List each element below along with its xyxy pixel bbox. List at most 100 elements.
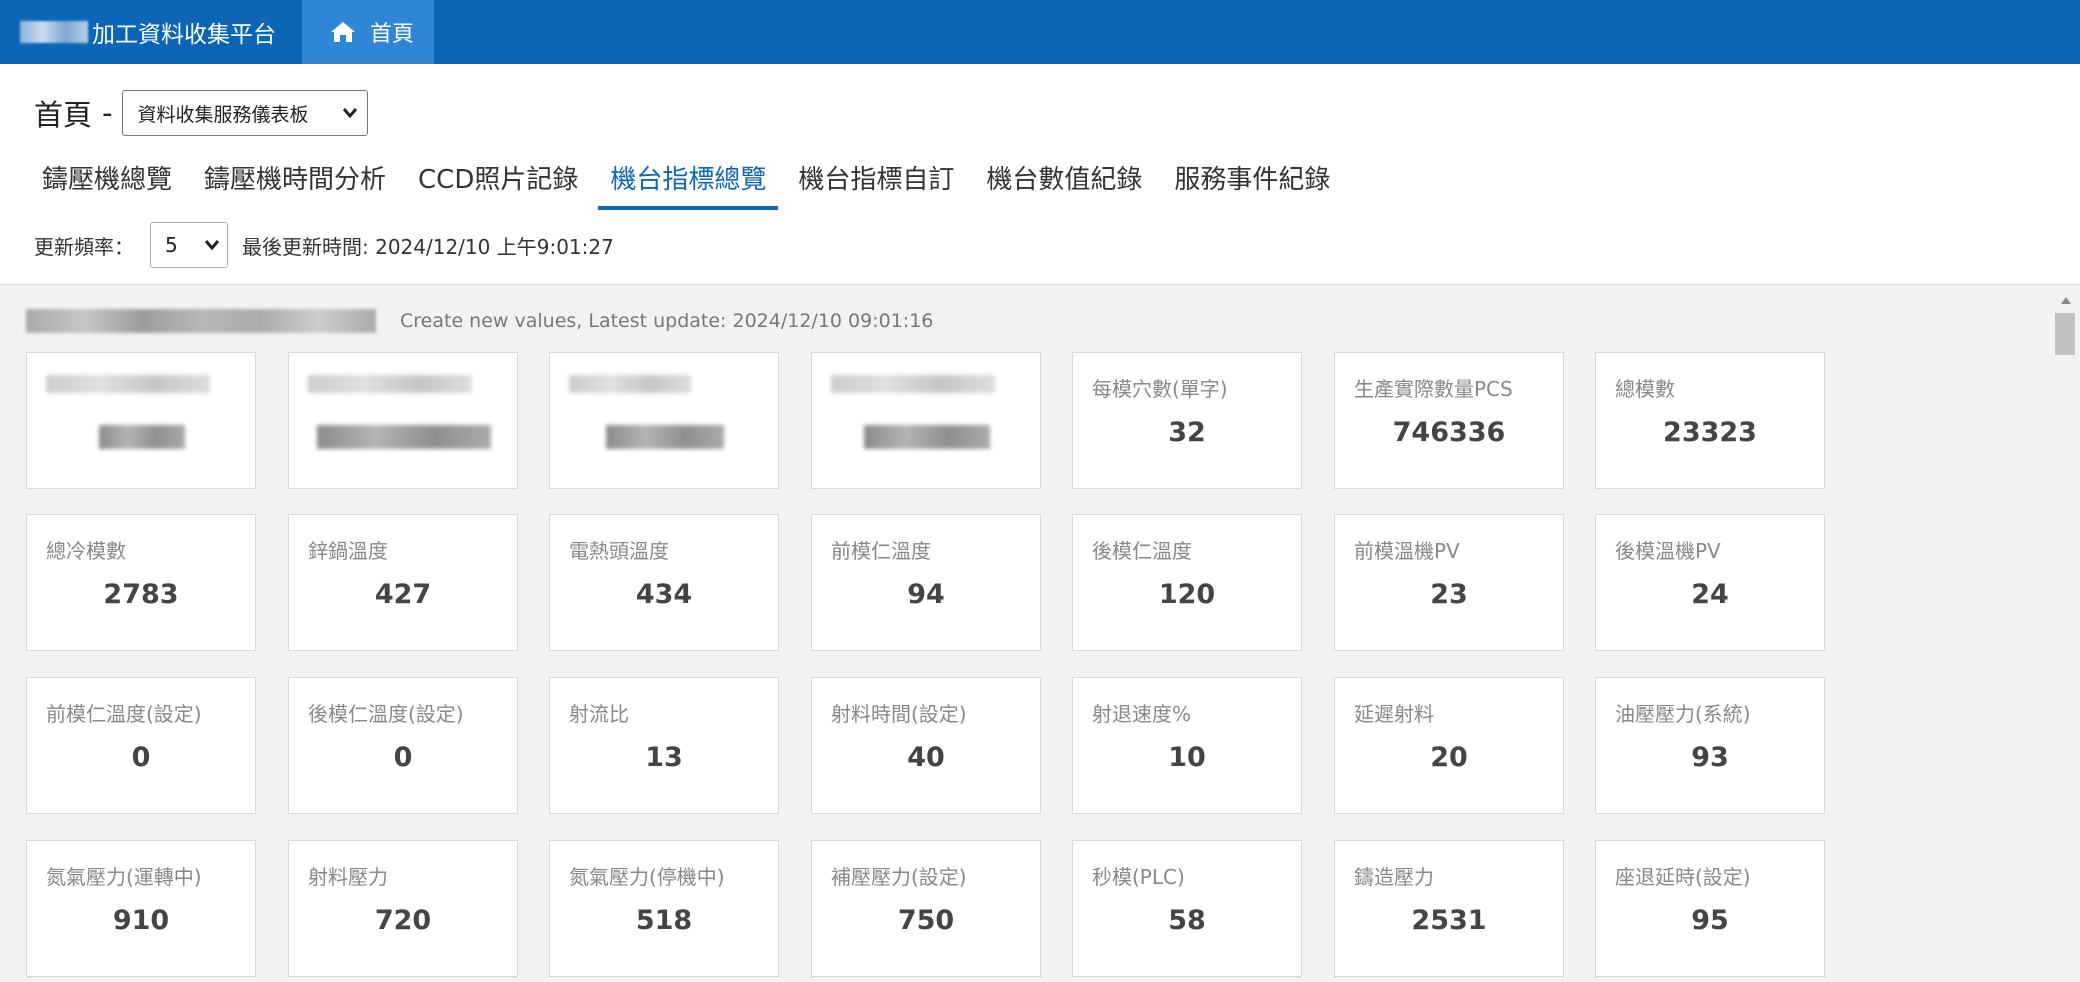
metric-label: 生產實際數量PCS (1354, 377, 1513, 401)
metric-label: 總模數 (1615, 377, 1675, 401)
metric-value: 13 (645, 742, 683, 773)
tab-die-casting-overview[interactable]: 鑄壓機總覽 (30, 156, 184, 210)
chevron-down-icon (343, 108, 358, 118)
metric-card: 補壓壓力(設定) 750 (811, 840, 1041, 977)
metric-value: 434 (635, 579, 693, 610)
metric-card: 氮氣壓力(運轉中) 910 (26, 840, 256, 977)
metric-label: 鋅鍋溫度 (308, 539, 388, 563)
metric-value: 120 (1158, 579, 1216, 610)
metric-value: 93 (1691, 742, 1729, 773)
metric-card: 前模溫機PV 23 (1334, 514, 1564, 651)
machine-panel: Create new values, Latest update: 2024/1… (0, 285, 2050, 982)
nav-home-label: 首頁 (370, 22, 415, 47)
tab-bar: 鑄壓機總覽 鑄壓機時間分析 CCD照片記錄 機台指標總覽 機台指標自訂 機台數值… (30, 156, 1350, 210)
redacted-label (831, 375, 995, 393)
metric-label: 前模仁溫度 (831, 539, 931, 563)
metric-card: 鑄造壓力 2531 (1334, 840, 1564, 977)
metric-card: 座退延時(設定) 95 (1595, 840, 1825, 977)
brand[interactable]: 加工資料收集平台 (0, 0, 302, 64)
metric-label: 延遲射料 (1354, 702, 1434, 726)
metric-value: 95 (1691, 905, 1729, 936)
vertical-scrollbar[interactable] (2052, 285, 2080, 982)
metric-value: 518 (635, 905, 693, 936)
metric-card: 後模仁溫度 120 (1072, 514, 1302, 651)
home-icon (331, 22, 355, 42)
tab-machine-value-records[interactable]: 機台數值紀錄 (974, 156, 1154, 210)
tab-service-event-records[interactable]: 服務事件紀錄 (1162, 156, 1342, 210)
metric-label: 氮氣壓力(停機中) (569, 865, 725, 889)
redacted-value (99, 425, 185, 449)
metric-value: 746336 (1392, 417, 1506, 448)
metric-value: 24 (1691, 579, 1729, 610)
metric-value: 0 (131, 742, 151, 773)
metric-label: 油壓壓力(系統) (1615, 702, 1751, 726)
metric-card: 延遲射料 20 (1334, 677, 1564, 814)
metric-card: 秒模(PLC) 58 (1072, 840, 1302, 977)
refresh-interval-value: 5 (165, 233, 178, 257)
metric-label: 後模仁溫度(設定) (308, 702, 464, 726)
company-logo-blurred (20, 21, 88, 43)
metric-label: 射料時間(設定) (831, 702, 967, 726)
metric-value: 58 (1168, 905, 1206, 936)
metric-value: 20 (1430, 742, 1468, 773)
metric-value: 910 (112, 905, 170, 936)
metric-card: 前模仁溫度(設定) 0 (26, 677, 256, 814)
metric-value: 40 (907, 742, 945, 773)
metric-card-redacted (549, 352, 779, 489)
metric-label: 秒模(PLC) (1092, 865, 1185, 889)
tab-die-casting-time-analysis[interactable]: 鑄壓機時間分析 (192, 156, 398, 210)
metric-card: 鋅鍋溫度 427 (288, 514, 518, 651)
machine-header: Create new values, Latest update: 2024/1… (26, 309, 933, 333)
metric-label: 射退速度% (1092, 702, 1192, 726)
metric-value: 2531 (1411, 905, 1487, 936)
metric-label: 座退延時(設定) (1615, 865, 1751, 889)
metric-value: 750 (897, 905, 955, 936)
title-row: 首頁 - 資料收集服務儀表板 (34, 90, 369, 136)
metric-card: 每模穴數(單字) 32 (1072, 352, 1302, 489)
metric-label: 氮氣壓力(運轉中) (46, 865, 202, 889)
metric-card: 射退速度% 10 (1072, 677, 1302, 814)
metric-card: 射料時間(設定) 40 (811, 677, 1041, 814)
metric-card: 後模仁溫度(設定) 0 (288, 677, 518, 814)
page-title: 首頁 (34, 98, 93, 132)
machine-id-blurred (26, 309, 376, 333)
metric-card: 油壓壓力(系統) 93 (1595, 677, 1825, 814)
title-separator: - (102, 96, 113, 130)
metric-card: 總模數 23323 (1595, 352, 1825, 489)
scroll-thumb[interactable] (2055, 313, 2075, 355)
metric-card-redacted (811, 352, 1041, 489)
metric-label: 每模穴數(單字) (1092, 377, 1228, 401)
redacted-label (569, 375, 691, 393)
metric-card: 射料壓力 720 (288, 840, 518, 977)
metric-value: 32 (1168, 417, 1206, 448)
metric-card: 電熱頭溫度 434 (549, 514, 779, 651)
metric-label: 總冷模數 (46, 539, 126, 563)
nav-home-tab[interactable]: 首頁 (302, 0, 435, 64)
metric-card: 前模仁溫度 94 (811, 514, 1041, 651)
refresh-interval-select[interactable]: 5 (150, 222, 228, 268)
redacted-value (606, 425, 724, 449)
metric-label: 射流比 (569, 702, 629, 726)
tab-ccd-photo-records[interactable]: CCD照片記錄 (406, 156, 590, 210)
top-navbar: 加工資料收集平台 首頁 (0, 0, 2080, 64)
refresh-label: 更新頻率： (34, 234, 134, 259)
page-header: 首頁 - 資料收集服務儀表板 鑄壓機總覽 鑄壓機時間分析 CCD照片記錄 機台指… (0, 64, 2080, 285)
scroll-up-arrow-icon[interactable] (2061, 297, 2071, 304)
dashboard-select[interactable]: 資料收集服務儀表板 (122, 90, 369, 136)
metric-value: 23323 (1663, 417, 1757, 448)
redacted-label (308, 375, 472, 393)
metric-value: 2783 (103, 579, 179, 610)
metric-value: 10 (1168, 742, 1206, 773)
redacted-value (317, 425, 491, 449)
metric-card-redacted (288, 352, 518, 489)
brand-title: 加工資料收集平台 (92, 22, 276, 48)
metric-card: 射流比 13 (549, 677, 779, 814)
metric-label: 前模仁溫度(設定) (46, 702, 202, 726)
tab-machine-metrics-custom[interactable]: 機台指標自訂 (786, 156, 966, 210)
redacted-label (46, 375, 210, 393)
metric-card: 氮氣壓力(停機中) 518 (549, 840, 779, 977)
tab-machine-metrics-overview[interactable]: 機台指標總覽 (598, 156, 779, 210)
metric-label: 前模溫機PV (1354, 539, 1460, 563)
metric-label: 後模溫機PV (1615, 539, 1721, 563)
metric-value: 0 (393, 742, 413, 773)
